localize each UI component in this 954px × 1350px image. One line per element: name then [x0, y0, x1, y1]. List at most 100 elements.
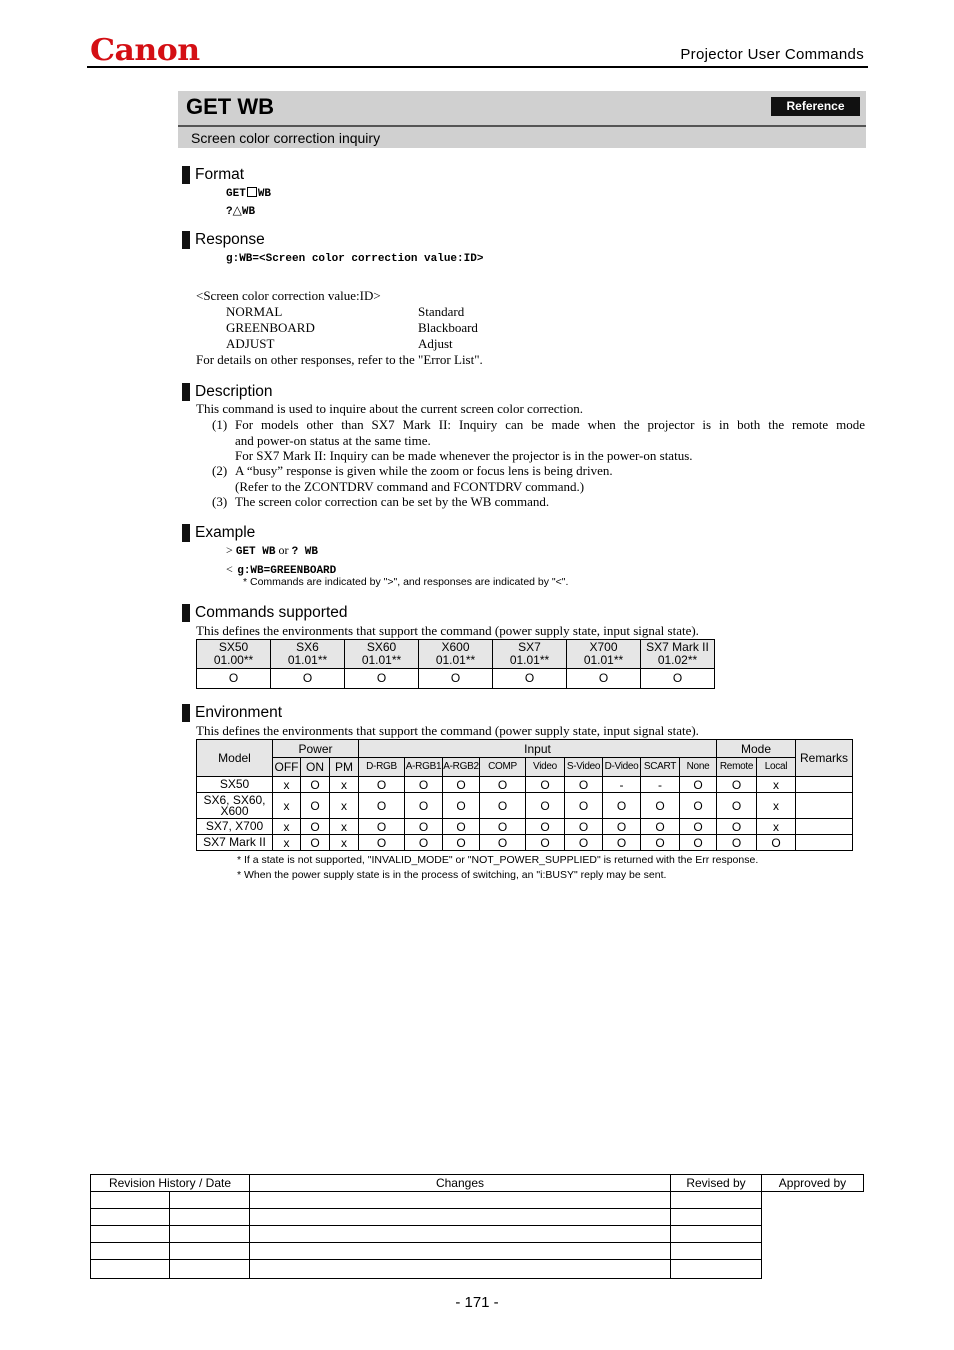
revision-rev-cell — [90, 1242, 170, 1260]
environment-column-header: SCART — [640, 757, 680, 777]
environment-intro: This defines the environments that suppo… — [196, 723, 699, 738]
response-note: For details on other responses, refer to… — [196, 352, 483, 367]
environment-heading-label: Environment — [195, 704, 283, 721]
environment-column-header: ON — [300, 757, 330, 777]
description-heading: Description — [182, 383, 273, 401]
command-title-bar — [178, 91, 866, 125]
description-item-text: A “busy” response is given while the zoo… — [235, 463, 613, 478]
environment-value-cell: O — [564, 818, 603, 835]
example-command-b: ? WB — [291, 546, 318, 558]
environment-value-cell: O — [300, 776, 330, 793]
revision-row — [90, 1208, 864, 1226]
environment-value-cell: x — [272, 776, 301, 793]
format-heading: Format — [182, 166, 244, 184]
environment-value-cell: x — [272, 792, 301, 819]
environment-value-cell: O — [602, 792, 641, 819]
format-line-2-arg: WB — [241, 206, 256, 218]
environment-value-cell: x — [272, 834, 301, 851]
environment-value-cell: - — [602, 776, 641, 793]
environment-remarks-cell — [795, 834, 853, 851]
environment-value-cell: O — [442, 834, 480, 851]
response-value-meaning: Adjust — [418, 336, 453, 351]
environment-value-cell: O — [525, 834, 565, 851]
environment-value-cell: O — [404, 792, 443, 819]
remarks-column-header: Remarks — [795, 739, 853, 777]
environment-value-cell: O — [640, 792, 680, 819]
environment-model-cell: SX50 — [196, 776, 273, 793]
format-line-2: ?△WB — [226, 203, 255, 218]
revision-row — [90, 1242, 864, 1260]
support-cell: O — [344, 668, 419, 689]
revised-by-header: Revised by — [670, 1174, 762, 1192]
environment-value-cell: O — [602, 834, 641, 851]
section-marker-icon — [182, 604, 190, 622]
table-row: SX6, SX60, X600 x Ox O O O O O O O O O Ox — [196, 792, 853, 819]
command-prefix: > — [226, 543, 233, 557]
response-value-label: <Screen color correction value:ID> — [196, 288, 381, 303]
description-item-number: (1) — [212, 417, 228, 432]
environment-value-cell: O — [300, 818, 330, 835]
response-value-id: GREENBOARD — [226, 320, 315, 335]
response-heading-label: Response — [195, 231, 265, 248]
format-line-1: GET WB — [226, 187, 271, 200]
revision-date-cell — [169, 1259, 250, 1279]
environment-heading: Environment — [182, 704, 282, 722]
environment-note: * If a state is not supported, "INVALID_… — [237, 854, 759, 866]
support-cell: O — [270, 668, 345, 689]
revision-rev-cell — [90, 1191, 170, 1209]
revision-row — [90, 1191, 864, 1209]
revision-row — [90, 1225, 864, 1243]
revision-rev-cell — [90, 1225, 170, 1243]
environment-value-cell: O — [716, 834, 757, 851]
example-heading: Example — [182, 524, 255, 542]
model-header-cell: SX7 01.01** — [492, 639, 567, 669]
example-heading-label: Example — [195, 524, 256, 541]
header-divider — [87, 66, 868, 68]
example-or: or — [278, 543, 289, 557]
environment-value-cell: x — [756, 818, 796, 835]
environment-column-header: Local — [756, 757, 796, 777]
environment-column-header: D-Video — [602, 757, 641, 777]
commands-supported-heading: Commands supported — [182, 604, 348, 622]
mode-group-header: Mode — [716, 739, 796, 758]
environment-value-cell: O — [442, 792, 480, 819]
example-note: * Commands are indicated by ">", and res… — [243, 576, 569, 588]
environment-value-cell: O — [640, 818, 680, 835]
commands-supported-intro: This defines the environments that suppo… — [196, 623, 699, 638]
format-line-1-command: GET — [226, 188, 246, 200]
section-marker-icon — [182, 524, 190, 542]
environment-note: * When the power supply state is in the … — [237, 869, 667, 881]
section-marker-icon — [182, 704, 190, 722]
environment-column-header: D-RGB — [358, 757, 405, 777]
model-header-cell: SX7 Mark II 01.02** — [640, 639, 715, 669]
table-row: SX7 Mark II x Ox O O O O O O O O O O O — [196, 834, 853, 851]
revision-date-cell — [169, 1225, 250, 1243]
reference-badge: Reference — [771, 97, 860, 116]
environment-value-cell: x — [756, 776, 796, 793]
environment-model-cell: SX6, SX60, X600 — [196, 792, 273, 819]
revision-history-table: Revision History / Date Changes Revised … — [90, 1174, 864, 1279]
example-command-line: > GET WB or ? WB — [226, 543, 318, 558]
environment-column-header: Video — [525, 757, 565, 777]
table-row: O O O O O O O — [196, 668, 715, 689]
response-prefix: < — [226, 562, 233, 576]
environment-value-cell: x — [329, 776, 359, 793]
environment-model-cell: SX7 Mark II — [196, 834, 273, 851]
section-marker-icon — [182, 383, 190, 401]
model-header-cell: SX60 01.01** — [344, 639, 419, 669]
response-value-id: NORMAL — [226, 304, 283, 319]
environment-value-cell: O — [479, 792, 526, 819]
revision-changes-cell — [249, 1225, 671, 1243]
space-box-icon — [246, 187, 257, 197]
model-version: 01.02** — [657, 653, 698, 667]
environment-column-header: A-RGB1 — [404, 757, 443, 777]
response-heading: Response — [182, 231, 265, 249]
page-number: - 171 - — [455, 1294, 499, 1311]
environment-value-cell: - — [640, 776, 680, 793]
model-version: 01.01** — [361, 653, 402, 667]
revision-date-cell — [169, 1208, 250, 1226]
support-cell: O — [566, 668, 641, 689]
environment-value-cell: O — [640, 834, 680, 851]
revision-revised-by-cell — [670, 1208, 762, 1226]
example-command-a: GET WB — [235, 546, 276, 558]
